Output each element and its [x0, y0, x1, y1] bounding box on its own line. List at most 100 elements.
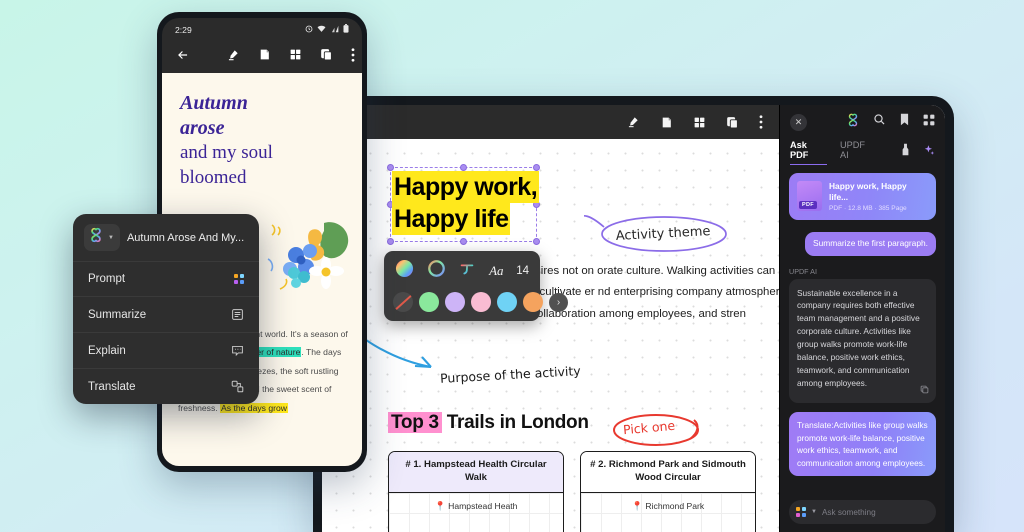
pdf-card-details: PDF · 12.8 MB · 385 Page: [829, 204, 907, 212]
signal-icon: [330, 25, 339, 35]
menu-item-prompt[interactable]: Prompt: [73, 261, 259, 296]
menu-item-label: Translate: [88, 380, 136, 393]
trail-cards: # 1. Hampstead Health Circular Walk 📍 Ha…: [388, 451, 756, 532]
trail-card[interactable]: # 1. Hampstead Health Circular Walk 📍 Ha…: [388, 451, 564, 532]
pages-icon[interactable]: [320, 48, 333, 66]
pdf-card-name: Happy work, Happy life...: [829, 181, 907, 202]
handle-top-center[interactable]: [459, 164, 467, 171]
handle-bottom-right[interactable]: [533, 238, 540, 245]
trail-card[interactable]: # 2. Richmond Park and Sidmouth Wood Cir…: [580, 451, 756, 532]
back-arrow-icon[interactable]: [176, 48, 190, 67]
font-label[interactable]: Aa: [489, 263, 503, 279]
tab-ask-pdf[interactable]: Ask PDF: [790, 140, 827, 165]
trail-card-body: 📍 Hampstead Heath: [389, 493, 563, 532]
search-icon[interactable]: [873, 113, 886, 131]
handle-top-left[interactable]: [387, 164, 394, 171]
map-pin-icon: 📍: [434, 500, 446, 511]
close-icon[interactable]: ✕: [790, 113, 807, 131]
ai-clover-logo-icon[interactable]: [846, 113, 860, 132]
menu-item-label: Prompt: [88, 273, 126, 285]
grid-icon[interactable]: [923, 113, 935, 131]
format-toolbar-row-primary: Aa 14: [393, 259, 531, 292]
handle-bottom-center[interactable]: [459, 238, 467, 245]
ai-sidebar: ✕ Ask PDF UPDF AI PDF Happy work, Happy …: [779, 105, 945, 532]
highlighter-icon[interactable]: [226, 48, 240, 67]
trails-heading: Top 3 Trails in London: [388, 412, 589, 434]
more-vertical-icon[interactable]: [759, 115, 763, 129]
chevron-down-icon: ▼: [108, 234, 114, 241]
trail-card-place: Hampstead Heath: [448, 500, 518, 511]
pdf-document-card[interactable]: PDF Happy work, Happy life... PDF · 12.8…: [789, 173, 936, 220]
user-message-bubble: Summarize the first paragraph.: [805, 231, 936, 256]
sticky-note-icon[interactable]: [660, 116, 673, 129]
menu-item-explain[interactable]: Explain: [73, 332, 259, 368]
menu-item-summarize[interactable]: Summarize: [73, 296, 259, 332]
pdf-file-icon: PDF: [797, 181, 822, 212]
ai-menu-header: ▼ Autumn Arose And My...: [73, 214, 259, 261]
annotation-pick-one: Pick one: [610, 411, 702, 449]
text-style-icon[interactable]: [458, 260, 476, 283]
svg-text:Activity theme: Activity theme: [615, 224, 710, 244]
heading-line-1: Happy work,: [392, 171, 540, 203]
document-heading[interactable]: Happy work, Happy life: [392, 171, 592, 235]
annotation-purpose: Purpose of the activity: [439, 363, 582, 386]
menu-item-label: Summarize: [88, 308, 147, 321]
four-dots-icon[interactable]: [796, 507, 806, 517]
status-time: 2:29: [175, 24, 192, 35]
format-toolbar[interactable]: Aa 14 ›: [384, 251, 568, 321]
swatch-blue[interactable]: [497, 292, 517, 312]
title-line-3: and my soul: [180, 142, 273, 163]
tab-updf-ai[interactable]: UPDF AI: [840, 140, 875, 164]
pages-icon[interactable]: [726, 116, 739, 129]
menu-item-label: Explain: [88, 344, 126, 357]
pen-tool-icon[interactable]: [901, 143, 910, 161]
swatch-green[interactable]: [419, 292, 439, 312]
tablet-device: Happy work, Happy life of an excellent c…: [313, 96, 954, 532]
tablet-toolbar: [322, 105, 779, 139]
translate-blocks-icon: [231, 380, 244, 393]
trail-card-title: # 2. Richmond Park and Sidmouth Wood Cir…: [581, 452, 755, 493]
handle-bottom-left[interactable]: [387, 238, 394, 245]
color-wheel-icon[interactable]: [395, 259, 414, 283]
ai-menu-title: Autumn Arose And My...: [126, 231, 245, 244]
outline-circle-icon[interactable]: [427, 259, 446, 283]
ask-something-input[interactable]: Ask something: [822, 508, 876, 517]
sparkle-icon[interactable]: [923, 143, 935, 161]
trails-rest: Trails in London: [441, 412, 589, 433]
swatch-orange[interactable]: [523, 292, 543, 312]
swatch-pink[interactable]: [471, 292, 491, 312]
grid-icon[interactable]: [693, 116, 706, 129]
font-size-value[interactable]: 14: [516, 265, 529, 277]
battery-icon: [343, 24, 349, 35]
title-line-4: bloomed: [180, 166, 247, 188]
chevron-right-icon[interactable]: ›: [549, 292, 568, 312]
screenshot-stage: Happy work, Happy life of an excellent c…: [0, 0, 1024, 532]
handle-top-right[interactable]: [533, 164, 540, 171]
trail-card-body: 📍 Richmond Park: [581, 493, 755, 532]
ai-input-bar[interactable]: ▼ Ask something: [789, 500, 936, 524]
document-canvas[interactable]: Happy work, Happy life of an excellent c…: [322, 139, 779, 532]
title-line-2: arose: [180, 117, 225, 139]
title-line-1: Autumn: [180, 92, 248, 114]
phone-status-bar: 2:29: [162, 18, 362, 41]
highlighter-icon[interactable]: [626, 115, 640, 129]
swatch-none[interactable]: [393, 292, 413, 312]
swatch-purple[interactable]: [445, 292, 465, 312]
grid-icon[interactable]: [289, 48, 302, 66]
annotation-activity-theme: Activity theme: [569, 201, 744, 257]
copy-icon[interactable]: [920, 385, 929, 398]
bookmark-icon[interactable]: [899, 113, 910, 131]
ai-logo-dropdown[interactable]: ▼: [84, 224, 120, 251]
sticky-note-icon[interactable]: [258, 48, 271, 66]
menu-item-translate[interactable]: Translate: [73, 368, 259, 404]
ai-sidebar-header: ✕: [780, 105, 945, 139]
pdf-card-meta: Happy work, Happy life... PDF · 12.8 MB …: [829, 181, 928, 212]
list-lines-icon: [231, 308, 244, 321]
assistant-label: UPDF AI: [789, 266, 817, 276]
chevron-down-icon[interactable]: ▼: [811, 509, 817, 515]
tablet-document-pane: Happy work, Happy life of an excellent c…: [322, 105, 779, 532]
yellow-highlight: As the days grow: [220, 402, 288, 413]
pdf-badge: PDF: [799, 201, 817, 210]
phone-document-title: Autumn arose and my soul bloomed: [162, 73, 362, 190]
more-vertical-icon[interactable]: [351, 47, 355, 67]
